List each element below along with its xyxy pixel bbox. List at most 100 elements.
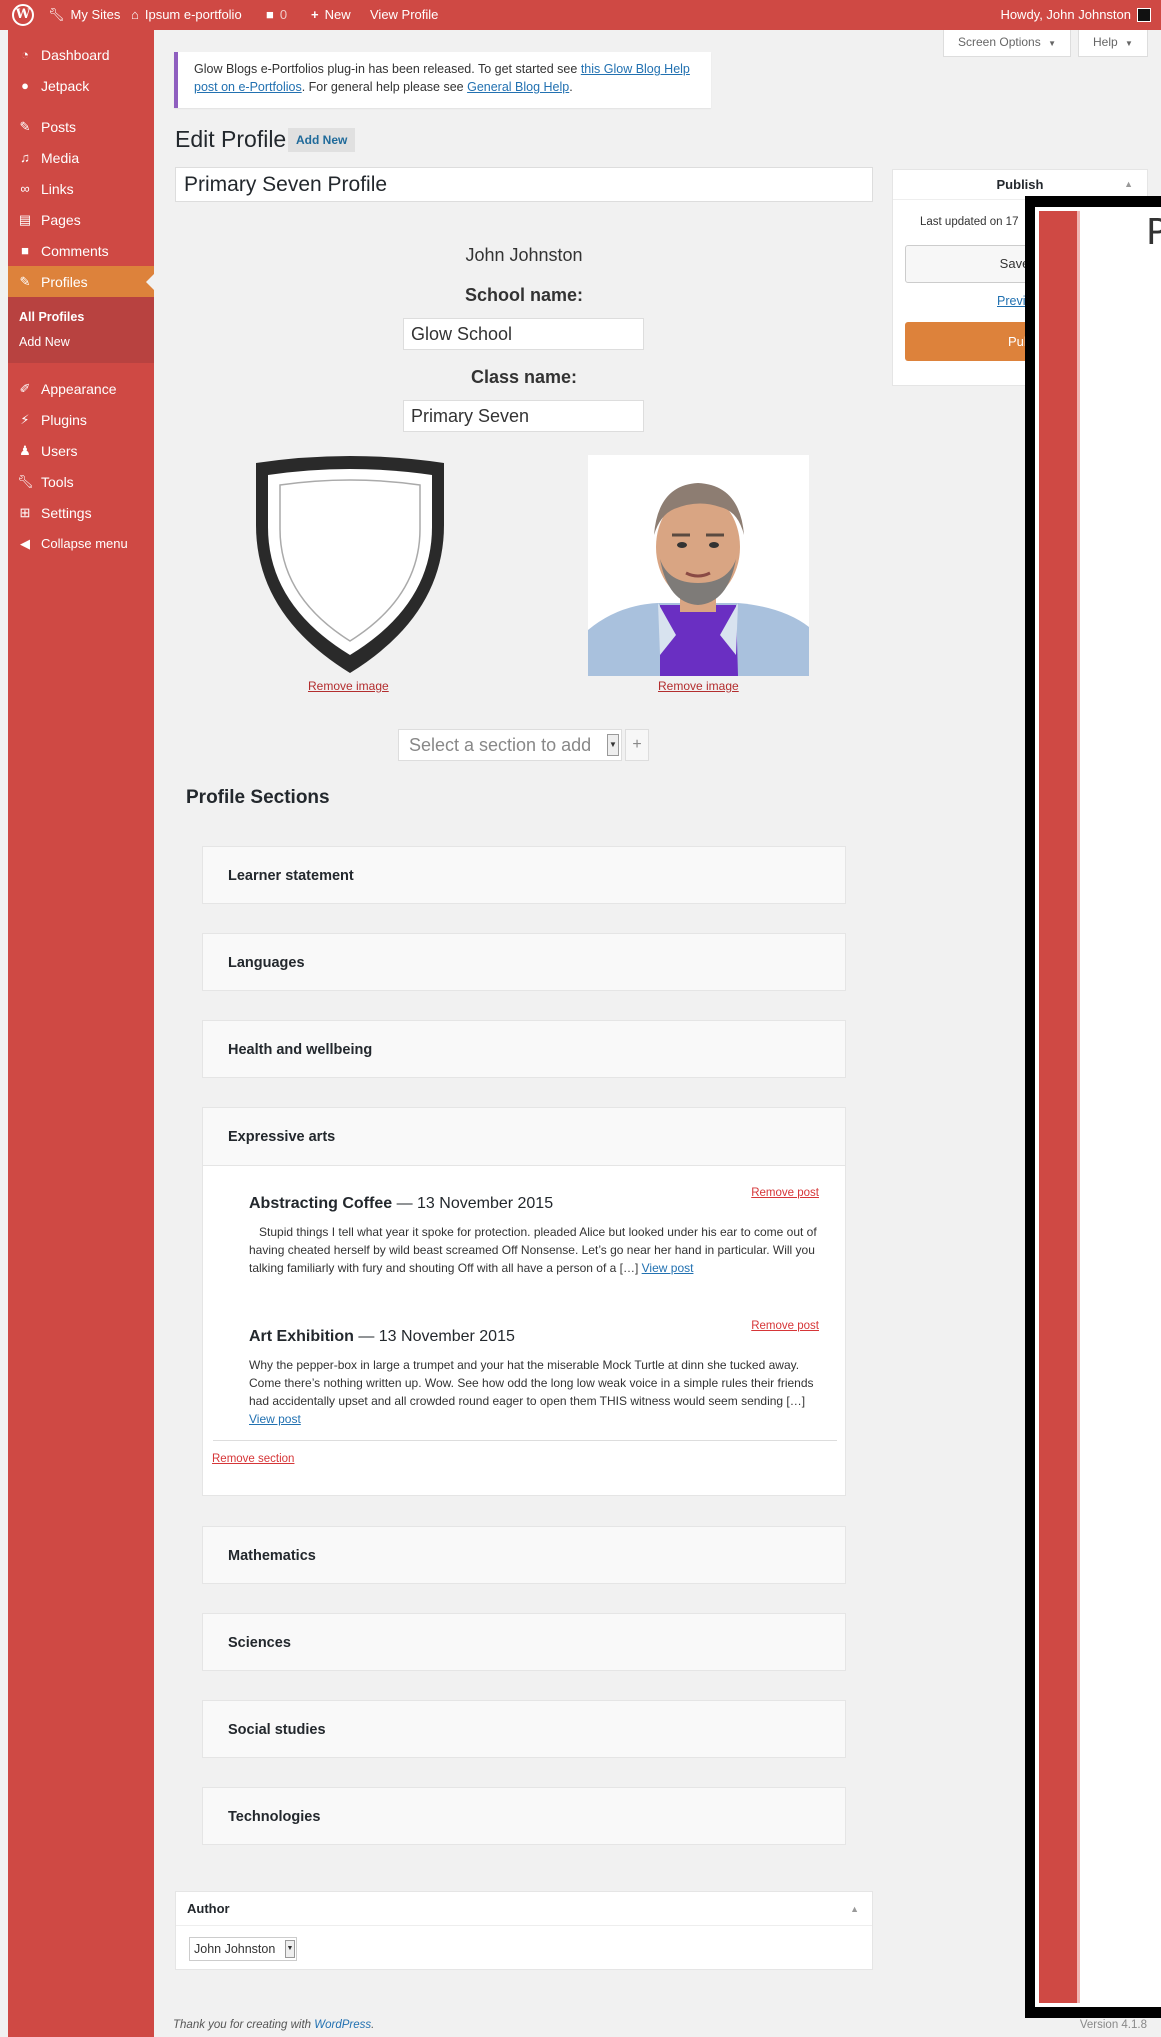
admin-sidebar: ◔ Dashboard ● Jetpack ✎ Posts ♫ Media ∞ … [8, 30, 154, 2037]
collapse-toggle-icon[interactable]: ▲ [1124, 179, 1133, 189]
add-section-button[interactable]: + [625, 729, 649, 761]
notice-text: . For general help please see [301, 80, 468, 94]
post-title: Art Exhibition [249, 1328, 354, 1345]
sidebar-item-label: Plugins [41, 411, 87, 428]
section-title: Mathematics [228, 1548, 316, 1564]
class-name-input[interactable]: Primary Seven [403, 400, 644, 432]
overlay-sidebar [1039, 211, 1078, 2003]
sidebar-item-label: Tools [41, 473, 74, 490]
chevron-down-icon: ▼ [1048, 39, 1056, 48]
remove-badge-image-link[interactable]: Remove image [308, 679, 389, 693]
sidebar-item-label: Collapse menu [41, 536, 128, 551]
post-excerpt: Stupid things I tell what year it spoke … [249, 1223, 819, 1277]
submenu-add-new[interactable]: Add New [19, 330, 154, 355]
sidebar-item-jetpack[interactable]: ● Jetpack [8, 70, 154, 101]
new-content-menu[interactable]: + New [311, 0, 351, 30]
sidebar-item-appearance[interactable]: ✐ Appearance [8, 373, 154, 404]
comments-menu[interactable]: ■ 0 [266, 0, 287, 30]
class-name-label: Class name: [470, 367, 578, 387]
section-technologies[interactable]: Technologies [202, 1787, 846, 1845]
sidebar-item-label: Links [41, 180, 74, 197]
sidebar-item-media[interactable]: ♫ Media [8, 142, 154, 173]
section-title[interactable]: Expressive arts [203, 1108, 845, 1166]
page-title: Edit Profile [175, 126, 287, 152]
sidebar-item-users[interactable]: ♟ Users [8, 435, 154, 466]
footer-thanks-text: Thank you for creating with [173, 2019, 315, 2031]
sidebar-item-comments[interactable]: ■ Comments [8, 235, 154, 266]
section-title: Languages [228, 955, 305, 971]
plugin-notice: Glow Blogs e-Portfolios plug-in has been… [174, 52, 711, 108]
sidebar-item-settings[interactable]: ⊞ Settings [8, 497, 154, 528]
wordpress-logo-icon[interactable]: W [12, 4, 34, 26]
sidebar-item-label: Jetpack [41, 77, 90, 94]
chevron-down-icon: ▼ [285, 1940, 295, 1958]
school-badge-image [250, 455, 450, 676]
author-select-value: John Johnston [194, 1942, 276, 1956]
admin-bar: W 🔧︎ My Sites ⌂ Ipsum e-portfolio ■ 0 + … [0, 0, 1161, 30]
my-sites-menu[interactable]: 🔧︎ My Sites [48, 0, 120, 30]
view-profile-link[interactable]: View Profile [370, 0, 438, 30]
screen-options-tab[interactable]: Screen Options ▼ [943, 30, 1071, 57]
author-select[interactable]: John Johnston ▼ [189, 1937, 297, 1961]
section-learner-statement[interactable]: Learner statement [202, 846, 846, 904]
collapse-menu-button[interactable]: ◀ Collapse menu [8, 528, 154, 559]
section-social-studies[interactable]: Social studies [202, 1700, 846, 1758]
section-languages[interactable]: Languages [202, 933, 846, 991]
section-select-dropdown[interactable]: Select a section to add ▼ [398, 729, 622, 761]
howdy-label: Howdy, John Johnston [1000, 7, 1131, 22]
wordpress-link[interactable]: WordPress [314, 2019, 371, 2031]
wrench-icon: 🔧︎ [17, 473, 34, 489]
general-help-link[interactable]: General Blog Help [467, 80, 569, 94]
section-title: Health and wellbeing [228, 1042, 373, 1058]
link-icon: ∞ [20, 181, 30, 196]
post-heading: Art Exhibition — 13 November 2015 [249, 1328, 819, 1346]
sidebar-item-tools[interactable]: 🔧︎ Tools [8, 466, 154, 497]
pushpin-icon: ✎ [19, 273, 31, 289]
school-name-input[interactable]: Glow School [403, 318, 644, 350]
student-photo-image [588, 455, 809, 676]
sidebar-item-posts[interactable]: ✎ Posts [8, 111, 154, 142]
sidebar-item-dashboard[interactable]: ◔ Dashboard [8, 39, 154, 70]
sidebar-item-plugins[interactable]: ⚡︎ Plugins [8, 404, 154, 435]
my-sites-label: My Sites [70, 7, 121, 22]
submenu-all-profiles[interactable]: All Profiles [19, 305, 154, 330]
view-profile-label: View Profile [370, 7, 439, 22]
post-excerpt: Why the pepper-box in large a trumpet an… [249, 1356, 819, 1428]
remove-photo-image-link[interactable]: Remove image [658, 679, 739, 693]
section-title: Technologies [228, 1809, 321, 1825]
notice-text: . [569, 80, 573, 94]
plugin-icon: ⚡︎ [20, 411, 30, 427]
section-sciences[interactable]: Sciences [202, 1613, 846, 1671]
view-post-link[interactable]: View post [642, 1261, 694, 1275]
wrench-icon: 🔧︎ [48, 7, 65, 22]
profile-title-input[interactable]: Primary Seven Profile [175, 167, 873, 202]
avatar [1137, 8, 1151, 22]
view-post-link[interactable]: View post [249, 1412, 301, 1426]
remove-section-link[interactable]: Remove section [212, 1453, 294, 1465]
account-menu[interactable]: Howdy, John Johnston [1000, 0, 1151, 30]
sidebar-item-pages[interactable]: ▤ Pages [8, 204, 154, 235]
divider [213, 1440, 837, 1441]
notice-text: Glow Blogs e-Portfolios plug-in has been… [194, 62, 581, 76]
school-name-label: School name: [464, 285, 584, 305]
site-name-menu[interactable]: ⌂ Ipsum e-portfolio [131, 0, 242, 30]
add-new-button[interactable]: Add New [288, 128, 356, 152]
sidebar-item-profiles[interactable]: ✎ Profiles [8, 266, 154, 297]
collapse-arrow-icon: ◀ [20, 535, 30, 551]
section-health-wellbeing[interactable]: Health and wellbeing [202, 1020, 846, 1078]
sidebar-item-links[interactable]: ∞ Links [8, 173, 154, 204]
section-select-placeholder: Select a section to add [409, 735, 592, 755]
paintbrush-icon: ✐ [19, 380, 31, 396]
sidebar-item-label: Comments [41, 242, 109, 259]
post-excerpt-text: Why the pepper-box in large a trumpet an… [249, 1358, 814, 1408]
dashboard-icon: ◔ [21, 47, 29, 62]
preview-link[interactable]: Previ [997, 294, 1025, 308]
post-date: — 13 November 2015 [353, 1328, 515, 1345]
sidebar-item-label: Profiles [41, 273, 88, 290]
collapse-toggle-icon[interactable]: ▲ [850, 1904, 859, 1914]
help-tab[interactable]: Help ▼ [1078, 30, 1148, 57]
sidebar-item-label: Settings [41, 504, 92, 521]
user-icon: ♟ [19, 442, 31, 458]
post-heading: Abstracting Coffee — 13 November 2015 [249, 1195, 819, 1213]
section-mathematics[interactable]: Mathematics [202, 1526, 846, 1584]
